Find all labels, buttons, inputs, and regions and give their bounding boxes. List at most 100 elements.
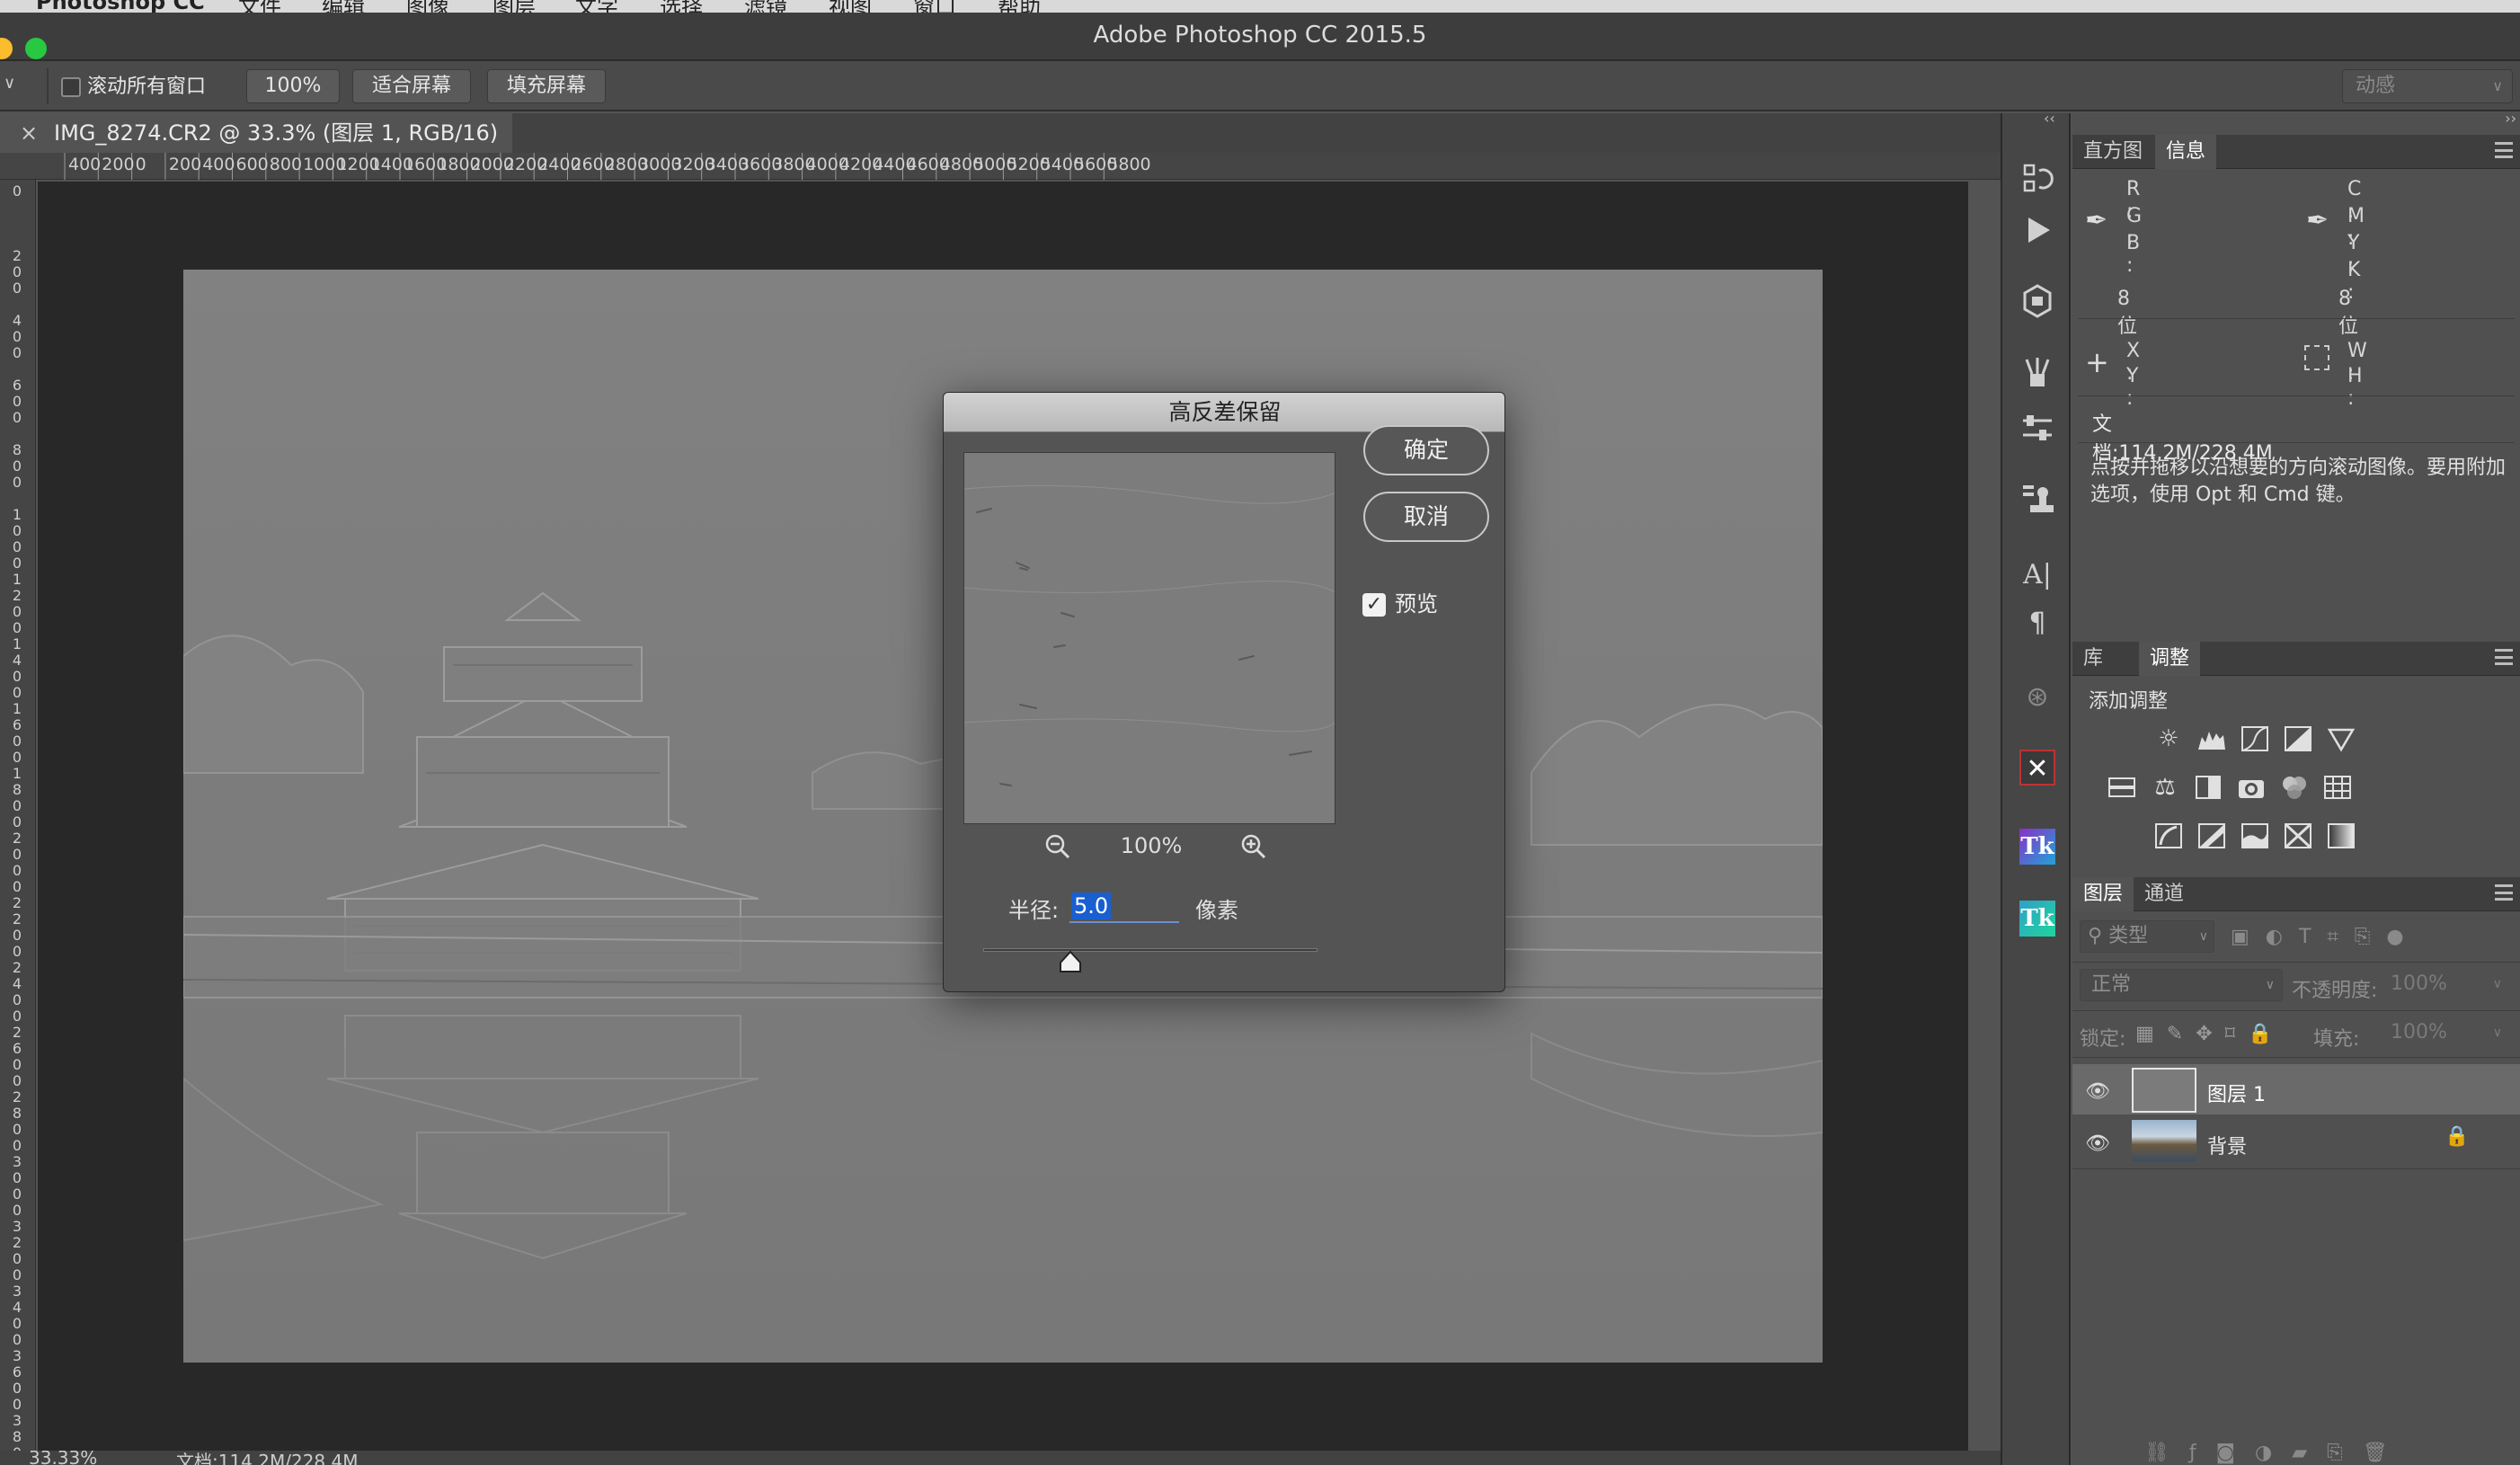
ruler-label: 600	[235, 155, 269, 174]
properties-sliders-icon[interactable]	[2019, 410, 2055, 446]
tab-histogram[interactable]: 直方图	[2072, 135, 2153, 169]
ruler-label: 200	[168, 155, 202, 174]
fit-screen-button[interactable]: 适合屏幕	[352, 69, 471, 103]
tk-panel-icon[interactable]: Tk	[2019, 829, 2055, 865]
panel-menu-icon[interactable]	[2495, 884, 2513, 901]
layer-name[interactable]: 背景	[2207, 1131, 2247, 1159]
menu-help[interactable]: 帮助	[998, 0, 1041, 13]
hue-saturation-icon[interactable]	[2107, 773, 2137, 802]
tab-adjustments[interactable]: 调整	[2139, 642, 2201, 676]
opacity-input[interactable]: 100% ∨	[2383, 969, 2509, 1001]
actions-play-icon[interactable]	[2019, 212, 2055, 248]
workspace-label: 动感	[2356, 75, 2396, 97]
tab-layers[interactable]: 图层	[2072, 877, 2134, 911]
fill-screen-button[interactable]: 填充屏幕	[487, 69, 606, 103]
preview-window[interactable]	[963, 452, 1335, 824]
threshold-icon[interactable]	[2240, 821, 2270, 850]
expand-chevron-icon[interactable]: ››	[2505, 110, 2516, 127]
horizontal-ruler[interactable]: 400 200 0 200 400 600 800 1000 1200 1400 1600 1800 2…	[0, 153, 2004, 180]
lock-icons[interactable]: ▦✎✥⌑🔒	[2135, 1021, 2306, 1048]
panel-menu-icon[interactable]	[2495, 649, 2513, 665]
selective-color-icon[interactable]	[2283, 821, 2313, 850]
radius-input[interactable]: 5.0	[1069, 887, 1179, 923]
plugin-x-icon[interactable]: ✕	[2019, 750, 2055, 786]
menu-edit[interactable]: 编辑	[322, 0, 365, 13]
divider	[2072, 962, 2520, 963]
gradient-map-icon[interactable]	[2326, 821, 2356, 850]
tab-libraries[interactable]: 库	[2072, 642, 2114, 676]
brush-presets-icon[interactable]	[2019, 354, 2055, 390]
fill-input[interactable]: 100% ∨	[2383, 1017, 2509, 1050]
ruler-label: 2200	[12, 894, 22, 960]
collapse-chevron-icon[interactable]: ‹‹	[2044, 110, 2055, 127]
blend-mode-label: 正常	[2091, 973, 2132, 996]
blend-mode-select[interactable]: 正常 ∨	[2080, 969, 2283, 1001]
posterize-icon[interactable]	[2196, 821, 2227, 850]
menu-view[interactable]: 视图	[829, 0, 872, 13]
color-lookup-icon[interactable]	[2322, 773, 2353, 802]
add-adjustment-heading: 添加调整	[2089, 690, 2169, 713]
menu-image[interactable]: 图像	[406, 0, 449, 13]
layer-footer-icons[interactable]: ⛓ƒ◙◑▰⎘🗑	[2144, 1442, 2513, 1465]
radius-slider-thumb[interactable]	[1059, 950, 1082, 973]
close-icon[interactable]: ×	[20, 113, 38, 153]
layer-row-layer1[interactable]: 👁 图层 1	[2072, 1064, 2520, 1114]
invert-icon[interactable]	[2153, 821, 2184, 850]
checkbox-box[interactable]	[61, 77, 81, 97]
brightness-icon[interactable]: ☼	[2153, 724, 2184, 753]
paragraph-icon[interactable]: ¶	[2019, 606, 2055, 642]
menu-filter[interactable]: 滤镜	[744, 0, 787, 13]
layer-filter-icons[interactable]: ▣◐T⌗⎘●	[2231, 924, 2500, 951]
chevron-down-icon: ∨	[2265, 978, 2275, 992]
visibility-eye-icon[interactable]: 👁	[2085, 1132, 2110, 1155]
cancel-button[interactable]: 取消	[1363, 492, 1489, 542]
zoom-out-icon[interactable]	[1044, 833, 1071, 860]
title-bar: Adobe Photoshop CC 2015.5	[0, 13, 2520, 61]
plugin-swirl-icon[interactable]: ⊛	[2019, 679, 2055, 715]
clone-source-stamp-icon[interactable]	[2019, 482, 2055, 518]
status-doc-size[interactable]: 文档:114.2M/228.4M	[176, 1451, 359, 1465]
exposure-icon[interactable]	[2283, 724, 2313, 753]
character-icon[interactable]: A|	[2019, 557, 2055, 593]
check-icon[interactable]: ✓	[1362, 593, 1386, 617]
3d-icon[interactable]	[2019, 282, 2055, 318]
levels-icon[interactable]	[2196, 724, 2227, 753]
panel-menu-icon[interactable]	[2495, 142, 2513, 158]
divider	[2072, 1057, 2520, 1058]
photo-filter-icon[interactable]	[2236, 773, 2267, 802]
tool-preset-chevron-icon[interactable]: ∨	[4, 74, 15, 93]
scroll-all-windows-checkbox[interactable]: 滚动所有窗口	[61, 75, 206, 99]
menu-type[interactable]: 文字	[575, 0, 618, 13]
menu-window[interactable]: 窗口	[913, 0, 956, 13]
channel-mixer-icon[interactable]	[2279, 773, 2310, 802]
zoom-in-icon[interactable]	[1240, 833, 1267, 860]
workspace-select[interactable]: 动感 ∨	[2342, 69, 2513, 103]
layer-thumbnail	[2132, 1068, 2196, 1113]
menu-app-name[interactable]: Photoshop CC	[36, 0, 205, 13]
info-panel-tabs: 直方图 信息	[2072, 135, 2520, 169]
preview-label: 预览	[1395, 591, 1438, 617]
tk-panel-2-icon[interactable]: Tk	[2019, 901, 2055, 937]
visibility-eye-icon[interactable]: 👁	[2085, 1080, 2110, 1103]
layer-name[interactable]: 图层 1	[2207, 1079, 2266, 1107]
ruler-label: 2000	[12, 830, 22, 895]
zoom-100-button[interactable]: 100%	[246, 69, 340, 103]
tab-channels[interactable]: 通道	[2134, 877, 2195, 911]
radius-slider-track[interactable]	[983, 948, 1318, 952]
vibrance-icon[interactable]	[2326, 724, 2356, 753]
vertical-ruler[interactable]: 0 200 400 600 800 100012001400160018002000220…	[0, 180, 36, 1465]
black-white-icon[interactable]	[2193, 773, 2223, 802]
tab-info[interactable]: 信息	[2155, 135, 2217, 169]
color-balance-icon[interactable]: ⚖	[2150, 773, 2180, 802]
layer-row-background[interactable]: 👁 背景 🔒	[2072, 1116, 2520, 1167]
ok-button[interactable]: 确定	[1363, 425, 1489, 475]
curves-icon[interactable]	[2240, 724, 2270, 753]
document-tab[interactable]: × IMG_8274.CR2 @ 33.3% (图层 1, RGB/16) *	[0, 113, 512, 185]
history-icon[interactable]	[2019, 160, 2055, 196]
radius-value[interactable]: 5.0	[1071, 892, 1112, 919]
menu-layer[interactable]: 图层	[492, 0, 536, 13]
layer-filter-select[interactable]: ⚲ 类型 ∨	[2080, 920, 2214, 953]
menu-select[interactable]: 选择	[660, 0, 703, 13]
status-zoom[interactable]: 33.33%	[29, 1451, 97, 1465]
menu-file[interactable]: 文件	[238, 0, 281, 13]
